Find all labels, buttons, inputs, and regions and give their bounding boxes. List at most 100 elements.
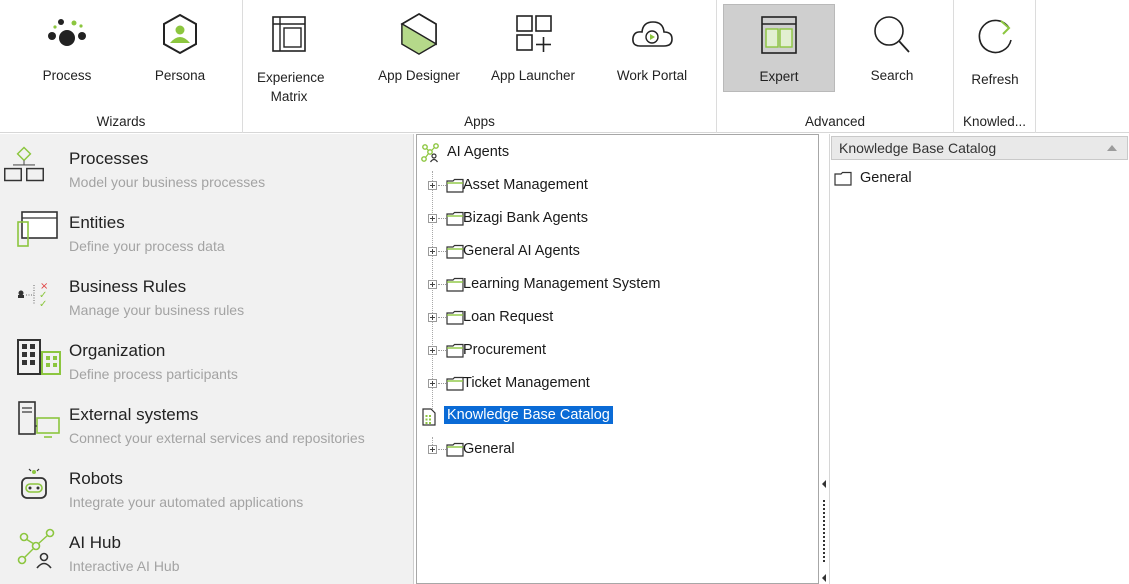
process-icon [48,19,86,46]
persona-button[interactable]: Persona [135,4,225,92]
work-portal-label: Work Portal [616,68,688,83]
nav-external-systems-title: External systems [69,405,199,424]
external-systems-icon [18,401,60,438]
nav-external-systems-subtitle: Connect your external services and repos… [69,430,365,446]
advanced-group-label: Advanced [804,114,866,129]
ribbon-group-advanced: Expert Search Advanced [717,0,954,133]
refresh-label: Refresh [971,72,1019,87]
folder-icon [446,178,464,193]
tree-node-label: Procurement [463,342,547,358]
process-label: Process [42,68,92,83]
robots-icon [21,468,47,499]
tree-node-bizagi-bank-agents[interactable]: Bizagi Bank Agents [417,208,797,230]
nav-item-robots[interactable]: Robots Integrate your automated applicat… [0,454,412,518]
folder-icon [446,211,464,226]
expand-icon[interactable] [428,313,437,322]
tree-node-general-ai-agents[interactable]: General AI Agents [417,241,797,263]
expand-icon[interactable] [428,181,437,190]
nav-item-external-systems[interactable]: External systems Connect your external s… [0,390,412,454]
nav-ai-hub-subtitle: Interactive AI Hub [69,558,180,574]
tree-node-label: General [463,441,515,457]
expand-icon[interactable] [428,346,437,355]
ribbon-toolbar: Process Persona Wizards Experience Matri… [0,0,1129,133]
tree-node-label: Loan Request [463,309,554,325]
folder-icon [446,244,464,259]
expand-icon[interactable] [428,445,437,454]
catalog-panel: Knowledge Base Catalog General [829,134,1129,584]
process-button[interactable]: Process [22,4,112,92]
catalog-icon [422,408,436,426]
left-nav-panel: Processes Model your business processes … [0,134,414,584]
work-portal-icon [632,21,673,47]
nav-entities-title: Entities [69,213,125,232]
organization-icon [17,339,61,375]
tree-panel: AI Agents Asset Management Bizagi Bank A… [416,134,819,584]
knowledge-group-label: Knowled... [962,114,1027,129]
search-button[interactable]: Search [847,4,937,92]
nav-organization-title: Organization [69,341,166,360]
expand-icon[interactable] [428,214,437,223]
experience-matrix-label: Experience Matrix [257,70,325,104]
nav-processes-title: Processes [69,149,149,168]
experience-matrix-icon [272,16,306,52]
tree-node-asset-management[interactable]: Asset Management [417,175,797,197]
tree-connector [438,185,446,186]
ai-hub-icon [17,528,55,569]
app-launcher-label: App Launcher [490,68,576,83]
refresh-button[interactable]: Refresh [958,4,1032,92]
splitter-grip-icon [822,480,826,582]
catalog-column-header[interactable]: Knowledge Base Catalog [831,136,1128,160]
tree-node-ticket-management[interactable]: Ticket Management [417,373,797,395]
nav-item-ai-hub[interactable]: AI Hub Interactive AI Hub [0,518,412,582]
tree-connector [438,449,446,450]
app-designer-label: App Designer [378,68,460,83]
nav-processes-subtitle: Model your business processes [69,174,266,190]
experience-matrix-button[interactable]: Experience Matrix [257,4,325,104]
folder-icon [446,310,464,325]
app-designer-icon [400,13,438,55]
catalog-item-label: General [860,170,912,186]
folder-icon [446,277,464,292]
expand-icon[interactable] [428,280,437,289]
wizards-group-label: Wizards [96,114,146,129]
tree-catalog-label-selected: Knowledge Base Catalog [444,406,613,424]
processes-icon [4,146,44,182]
search-label: Search [870,68,914,83]
business-rules-icon: × ✓ ✓ [18,281,48,310]
folder-icon [834,171,852,186]
svg-text:✓: ✓ [39,299,47,310]
search-icon [874,16,910,53]
app-launcher-button[interactable]: App Launcher [479,4,587,92]
nav-item-processes[interactable]: Processes Model your business processes [0,134,412,198]
tree-connector [438,317,446,318]
nav-robots-subtitle: Integrate your automated applications [69,494,304,510]
tree-node-label: General AI Agents [463,243,580,259]
tree-node-label: Learning Management System [463,276,661,292]
tree-node-learning-management-system[interactable]: Learning Management System [417,274,797,296]
folder-icon [446,442,464,457]
tree-node-label: Bizagi Bank Agents [463,210,588,226]
nav-item-business-rules[interactable]: × ✓ ✓ Business Rules Manage your busines… [0,262,412,326]
panel-splitter[interactable] [819,134,829,584]
nav-item-entities[interactable]: Entities Define your process data [0,198,412,262]
entities-icon [17,211,58,247]
work-portal-button[interactable]: Work Portal [600,4,704,92]
expert-button[interactable]: Expert [723,4,835,92]
ribbon-group-apps: Experience Matrix App Designer App Launc… [243,0,717,133]
tree-node-general[interactable]: General [417,439,797,461]
app-designer-button[interactable]: App Designer [366,4,472,92]
nav-robots-title: Robots [69,469,123,488]
ai-agents-icon [421,143,439,163]
nav-item-organization[interactable]: Organization Define process participants [0,326,412,390]
tree-node-loan-request[interactable]: Loan Request [417,307,797,329]
folder-icon [446,376,464,391]
tree-connector [438,284,446,285]
nav-organization-subtitle: Define process participants [69,366,238,382]
expand-icon[interactable] [428,247,437,256]
expand-icon[interactable] [428,379,437,388]
nav-ai-hub-title: AI Hub [69,533,121,552]
ribbon-group-wizards: Process Persona Wizards [0,0,243,133]
nav-business-rules-title: Business Rules [69,277,187,296]
tree-node-procurement[interactable]: Procurement [417,340,797,362]
tree-connector [438,350,446,351]
